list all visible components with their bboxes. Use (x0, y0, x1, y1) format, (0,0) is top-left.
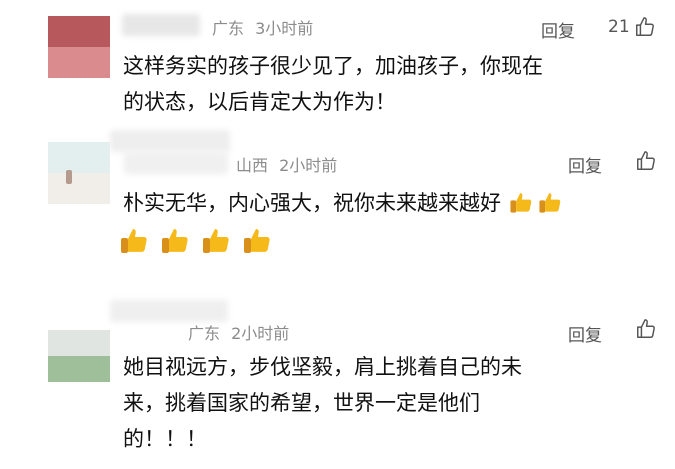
thumbs-up-icon (637, 319, 655, 338)
emoji-row (118, 224, 276, 256)
username-blurred[interactable] (122, 14, 200, 36)
comment-item: 山西 2小时前 回复 朴实无华，内心强大，祝你未来越来越好 (0, 130, 675, 280)
thumbs-up-icon (635, 17, 654, 36)
thumbs-up-emoji-icon (244, 229, 270, 253)
comment-line: 的状态，以后肯定大为作为！ (123, 90, 396, 114)
comment-line: 朴实无华，内心强大，祝你未来越来越好 (123, 188, 675, 218)
time-label: 3小时前 (255, 19, 314, 38)
like-button[interactable] (635, 318, 657, 340)
time-label: 2小时前 (279, 156, 338, 175)
comment-meta: 山西 2小时前 (236, 152, 337, 176)
location-label: 山西 (236, 156, 269, 175)
comment-text: 朴实无华，内心强大，祝你未来越来越好 (123, 188, 675, 218)
comment-line: 她目视远方，步伐坚毅，肩上挑着自己的未 (123, 355, 522, 379)
comment-line: 这样务实的孩子很少见了，加油孩子，你现在 (123, 54, 543, 78)
username-blurred[interactable] (110, 130, 230, 152)
avatar[interactable] (48, 142, 110, 204)
comment-meta: 广东 3小时前 (212, 15, 313, 39)
comment-line: 的！！！ (123, 427, 207, 451)
location-label: 广东 (188, 324, 221, 343)
comment-text: 她目视远方，步伐坚毅，肩上挑着自己的未 来，挑着国家的希望，世界一定是他们 的！… (123, 352, 663, 454)
thumbs-up-emoji-icon (121, 229, 147, 253)
time-label: 2小时前 (231, 324, 290, 343)
thumbs-up-emoji-icon (510, 193, 531, 213)
comment-item: 广东 3小时前 回复 21 这样务实的孩子很少见了，加油孩子，你现在 的状态，以… (0, 0, 675, 130)
reply-button[interactable]: 回复 (568, 321, 602, 346)
thumbs-up-emoji-icon (162, 229, 188, 253)
comment-meta: 广东 2小时前 (188, 320, 289, 344)
avatar[interactable] (48, 330, 110, 382)
thumbs-up-icon (637, 151, 655, 170)
thumbs-up-emoji-icon (539, 193, 560, 213)
reply-button[interactable]: 回复 (541, 17, 575, 42)
avatar[interactable] (48, 16, 110, 78)
comment-line: 来，挑着国家的希望，世界一定是他们 (123, 391, 480, 415)
like-count: 21 (608, 17, 630, 37)
comment-text: 这样务实的孩子很少见了，加油孩子，你现在 的状态，以后肯定大为作为！ (123, 51, 663, 117)
location-label: 广东 (212, 19, 245, 38)
username-blurred[interactable] (110, 300, 228, 322)
reply-button[interactable]: 回复 (568, 152, 602, 177)
thumbs-up-emoji-icon (203, 229, 229, 253)
comment-text-content: 朴实无华，内心强大，祝你未来越来越好 (123, 191, 501, 215)
like-button[interactable]: 21 (608, 16, 656, 38)
like-button[interactable] (635, 150, 657, 172)
comment-item: 广东 2小时前 回复 她目视远方，步伐坚毅，肩上挑着自己的未 来，挑着国家的希望… (0, 290, 675, 469)
username-blurred[interactable] (124, 152, 228, 174)
